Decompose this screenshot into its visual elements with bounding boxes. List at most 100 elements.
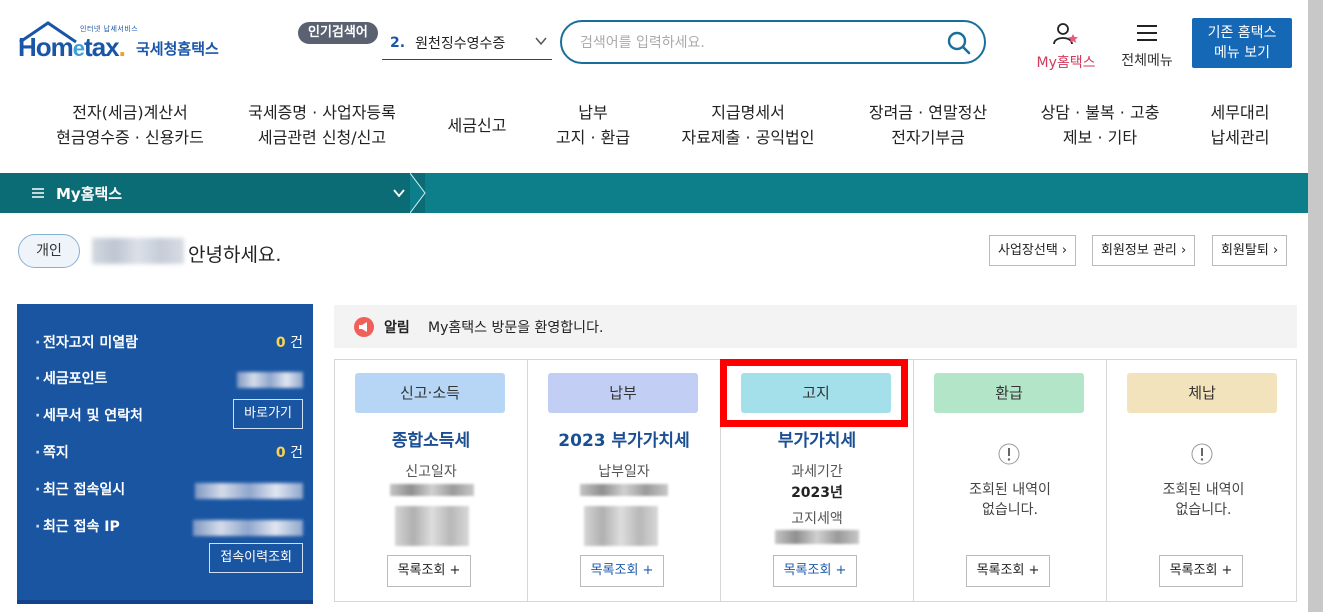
search-input[interactable] — [580, 31, 920, 55]
card-notice: 고지 부가가치세 과세기간 2023년 고지세액 목록조회 + — [721, 360, 914, 601]
search-box — [560, 20, 986, 64]
card-sub-label-2: 고지세액 — [791, 511, 843, 527]
greeting-text: 안녕하세요. — [188, 244, 282, 266]
logo-wordmark: Hometax. — [18, 32, 126, 62]
personal-badge: 개인 — [18, 234, 80, 268]
empty-message: 조회된 내역이 없습니다. — [969, 482, 1051, 518]
hometax-logo[interactable]: 인터넷 납세서비스 Hometax. 국세청홈택스 — [18, 20, 238, 70]
myhometax-bar: My홈택스 — [0, 173, 1323, 213]
card-sub-label: 납부일자 — [598, 464, 650, 480]
redacted-value — [395, 506, 469, 546]
card-category[interactable]: 신고·소득 — [355, 373, 505, 413]
nav-tax-agent[interactable]: 세무대리 납세관리 — [1196, 100, 1284, 150]
menu-icon — [32, 188, 44, 198]
chevron-down-icon — [393, 189, 405, 198]
redacted-value — [195, 483, 303, 499]
exclamation-icon — [1191, 443, 1213, 465]
login-history-button[interactable]: 접속이력조회 — [209, 543, 303, 573]
card-category[interactable]: 환급 — [934, 373, 1084, 413]
logo-korean: 국세청홈택스 — [136, 40, 219, 58]
summary-cards: 신고·소득 종합소득세 신고일자 목록조회 + 납부 2023 부가가치세 납부… — [334, 359, 1297, 602]
legacy-menu-line1: 기존 홈택스 — [1207, 25, 1277, 41]
member-info-button[interactable]: 회원정보 관리 › — [1092, 235, 1196, 266]
empty-message: 조회된 내역이 없습니다. — [1162, 482, 1245, 518]
popular-search-badge: 인기검색어 — [298, 22, 378, 44]
window-edge — [1308, 0, 1323, 612]
megaphone-icon — [354, 317, 374, 337]
chevron-down-icon — [535, 37, 547, 46]
withdraw-button[interactable]: 회원탈퇴 › — [1212, 235, 1288, 266]
hamburger-icon — [1137, 25, 1157, 41]
card-category[interactable]: 납부 — [548, 373, 698, 413]
summary-label: 최근 접속일시 — [43, 482, 126, 498]
list-view-button[interactable]: 목록조회 + — [773, 555, 857, 587]
nav-certificate[interactable]: 국세증명 · 사업자등록 세금관련 신청/신고 — [232, 100, 412, 150]
panel-footer — [17, 600, 313, 604]
nav-payment[interactable]: 납부 고지 · 환급 — [548, 100, 638, 150]
legacy-menu-line2: 메뉴 보기 — [1214, 45, 1270, 61]
summary-tax-office: · 세무서 및 연락처 바로가기 — [35, 399, 303, 429]
user-star-icon — [1053, 23, 1078, 45]
user-name-redacted — [92, 238, 184, 264]
summary-label: 쪽지 — [43, 445, 69, 461]
summary-tax-point[interactable]: · 세금포인트 — [35, 368, 303, 392]
card-title[interactable]: 2023 부가가치세 — [528, 426, 720, 451]
nav-incentive[interactable]: 장려금 · 연말정산 전자기부금 — [854, 100, 1002, 150]
summary-label: 세무서 및 연락처 — [43, 408, 143, 424]
summary-label: 세금포인트 — [43, 371, 108, 387]
exclamation-icon — [998, 443, 1020, 465]
legacy-menu-button[interactable]: 기존 홈택스 메뉴 보기 — [1192, 18, 1292, 68]
nav-counsel[interactable]: 상담 · 불복 · 고충 제보 · 기타 — [1026, 100, 1174, 150]
myhometax-button[interactable]: My홈택스 — [1030, 22, 1102, 72]
summary-last-ip: · 최근 접속 IP — [35, 516, 303, 540]
card-title[interactable]: 부가가치세 — [721, 426, 913, 451]
card-sub-label: 과세기간 — [791, 464, 843, 480]
business-select-button[interactable]: 사업장선택 › — [989, 235, 1077, 266]
nav-tax-filing[interactable]: 세금신고 — [430, 113, 524, 138]
card-payment: 납부 2023 부가가치세 납부일자 목록조회 + — [528, 360, 721, 601]
card-title[interactable]: 종합소득세 — [335, 426, 527, 451]
nav-etax-invoice[interactable]: 전자(세금)계산서 현금영수증 · 신용카드 — [40, 100, 220, 150]
summary-label: 최근 접속 IP — [43, 519, 120, 535]
summary-label: 전자고지 미열람 — [43, 335, 139, 351]
breadcrumb-separator-icon — [410, 173, 426, 213]
popular-search-select[interactable]: 2. 원천징수영수증 — [382, 26, 552, 60]
popular-keyword: 원천징수영수증 — [415, 35, 506, 52]
summary-history-row: 접속이력조회 — [35, 543, 303, 573]
card-category[interactable]: 고지 — [741, 373, 891, 413]
summary-last-login: · 최근 접속일시 — [35, 479, 303, 503]
shortcut-button[interactable]: 바로가기 — [233, 399, 303, 429]
popular-rank: 2. — [390, 34, 406, 51]
card-refund: 환급 조회된 내역이 없습니다. 목록조회 + — [914, 360, 1107, 601]
myhometax-menu-toggle[interactable]: My홈택스 — [0, 173, 425, 213]
redacted-value — [584, 506, 658, 546]
nav-statements[interactable]: 지급명세서 자료제출 · 공익법인 — [666, 100, 830, 150]
redacted-value — [580, 484, 668, 496]
myhometax-bar-title: My홈택스 — [56, 185, 123, 203]
summary-message[interactable]: · 쪽지 0 건 — [35, 442, 303, 466]
card-income: 신고·소득 종합소득세 신고일자 목록조회 + — [335, 360, 528, 601]
myhometax-label: My홈택스 — [1036, 55, 1096, 71]
all-menu-label: 전체메뉴 — [1121, 53, 1173, 69]
redacted-value — [775, 530, 859, 544]
list-view-button[interactable]: 목록조회 + — [580, 555, 664, 587]
redacted-value — [390, 484, 474, 496]
summary-unread-notice[interactable]: · 전자고지 미열람 0 건 — [35, 332, 303, 356]
all-menu-button[interactable]: 전체메뉴 — [1112, 22, 1182, 70]
redacted-value — [193, 520, 303, 536]
list-view-button[interactable]: 목록조회 + — [387, 555, 471, 587]
card-arrears: 체납 조회된 내역이 없습니다. 목록조회 + — [1107, 360, 1300, 601]
redacted-value — [237, 372, 303, 388]
notice-tag: 알림 — [384, 320, 410, 336]
card-sub-value: 2023년 — [791, 485, 843, 501]
list-view-button[interactable]: 목록조회 + — [966, 555, 1050, 587]
summary-value: 0 건 — [275, 335, 303, 351]
summary-value: 0 건 — [275, 445, 303, 461]
list-view-button[interactable]: 목록조회 + — [1159, 555, 1243, 587]
card-category[interactable]: 체납 — [1127, 373, 1277, 413]
notice-message: My홈택스 방문을 환영합니다. — [428, 320, 604, 336]
card-sub-label: 신고일자 — [405, 464, 457, 480]
notice-bar: 알림 My홈택스 방문을 환영합니다. — [334, 305, 1297, 348]
user-summary-panel: · 전자고지 미열람 0 건 · 세금포인트 · 세무서 및 연락처 바로가기 · 쪽지… — [17, 304, 313, 604]
search-icon[interactable] — [946, 30, 972, 56]
